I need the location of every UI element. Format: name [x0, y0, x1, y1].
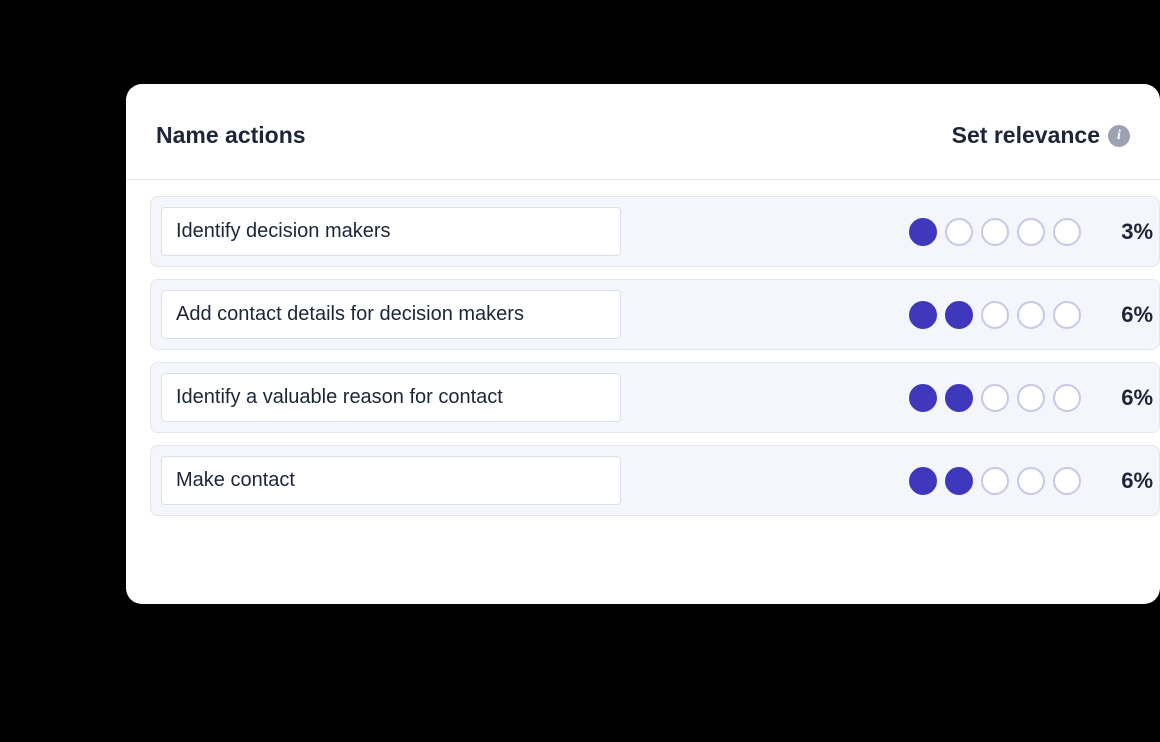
actions-card: Name actions Set relevance i 3% 6% 6% 6% — [126, 84, 1160, 604]
relevance-dot[interactable] — [1053, 384, 1081, 412]
relevance-dot[interactable] — [945, 301, 973, 329]
relevance-dot[interactable] — [1053, 467, 1081, 495]
card-header: Name actions Set relevance i — [126, 84, 1160, 180]
relevance-dot[interactable] — [945, 218, 973, 246]
action-rows: 3% 6% 6% 6% — [126, 180, 1160, 516]
relevance-dots — [909, 467, 1081, 495]
relevance-dot[interactable] — [981, 384, 1009, 412]
action-row: 6% — [150, 445, 1160, 516]
relevance-percent: 6% — [1099, 385, 1159, 411]
relevance-dot[interactable] — [909, 218, 937, 246]
relevance-dots — [909, 301, 1081, 329]
relevance-dot[interactable] — [1017, 467, 1045, 495]
relevance-dot[interactable] — [945, 467, 973, 495]
relevance-dot[interactable] — [981, 467, 1009, 495]
relevance-percent: 3% — [1099, 219, 1159, 245]
action-row: 3% — [150, 196, 1160, 267]
action-name-input[interactable] — [161, 373, 621, 422]
relevance-dot[interactable] — [1017, 301, 1045, 329]
relevance-dot[interactable] — [1053, 218, 1081, 246]
relevance-dot[interactable] — [981, 218, 1009, 246]
relevance-dot[interactable] — [981, 301, 1009, 329]
relevance-dot[interactable] — [1053, 301, 1081, 329]
action-name-input[interactable] — [161, 207, 621, 256]
relevance-dot[interactable] — [1017, 218, 1045, 246]
action-name-input[interactable] — [161, 290, 621, 339]
action-row: 6% — [150, 362, 1160, 433]
relevance-dot[interactable] — [909, 467, 937, 495]
relevance-dot[interactable] — [945, 384, 973, 412]
relevance-dots — [909, 384, 1081, 412]
relevance-percent: 6% — [1099, 468, 1159, 494]
info-icon[interactable]: i — [1108, 125, 1130, 147]
name-actions-heading: Name actions — [156, 122, 306, 149]
relevance-dot[interactable] — [1017, 384, 1045, 412]
action-name-input[interactable] — [161, 456, 621, 505]
relevance-dot[interactable] — [909, 301, 937, 329]
set-relevance-heading: Set relevance — [952, 122, 1100, 149]
relevance-dots — [909, 218, 1081, 246]
action-row: 6% — [150, 279, 1160, 350]
set-relevance-heading-wrap: Set relevance i — [952, 122, 1130, 149]
relevance-percent: 6% — [1099, 302, 1159, 328]
relevance-dot[interactable] — [909, 384, 937, 412]
